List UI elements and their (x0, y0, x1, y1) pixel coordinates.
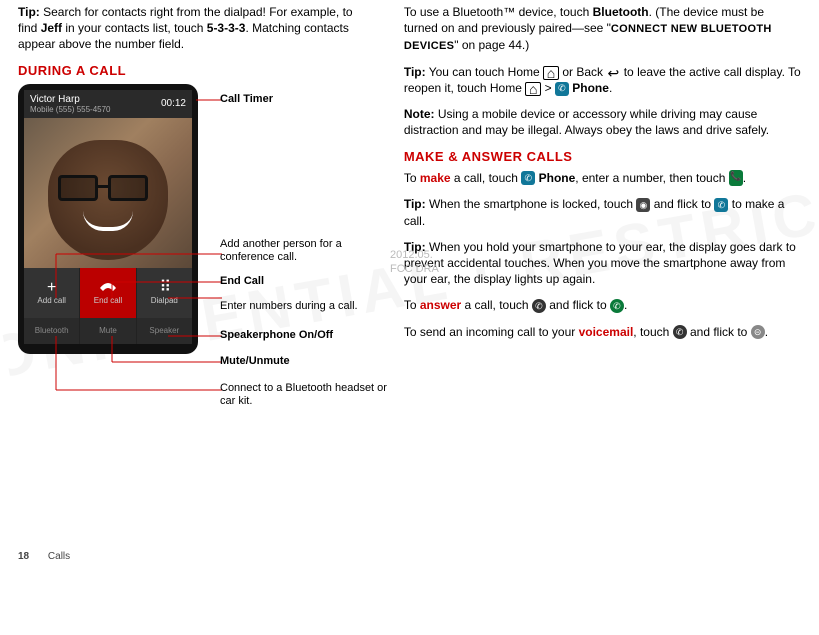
para-note-driving: Note: Using a mobile device or accessory… (404, 106, 801, 138)
para-answer-call: To answer a call, touch ✆ and flick to ✆… (404, 297, 801, 313)
para-tip-proximity: Tip: When you hold your smartphone to yo… (404, 239, 801, 288)
dialer-app-icon: ✆ (555, 82, 569, 96)
hangup-icon (98, 280, 118, 296)
tip-label: Tip: (18, 5, 40, 19)
plus-icon: + (47, 280, 56, 296)
page-footer: 18 Calls (18, 551, 70, 562)
page-number: 18 (18, 551, 29, 562)
para-voicemail: To send an incoming call to your voicema… (404, 324, 801, 340)
draft-watermark: 2012.05. FCC DRA (390, 248, 439, 277)
heading-during-a-call: DURING A CALL (18, 63, 374, 78)
phone-mock: Victor Harp Mobile (555) 555-4570 00:12 … (18, 84, 198, 354)
callout-mute: Mute/Unmute (220, 355, 290, 368)
speaker-button[interactable]: Speaker (137, 318, 192, 344)
answer-icon: ✆ (610, 299, 624, 313)
mute-button[interactable]: Mute (80, 318, 136, 344)
incoming-call-icon: ✆ (532, 299, 546, 313)
call-header: Victor Harp Mobile (555) 555-4570 00:12 (24, 90, 192, 118)
home-icon: ⌂ (525, 82, 541, 96)
caller-name: Victor Harp (30, 94, 111, 105)
incoming-call-icon: ✆ (673, 325, 687, 339)
dialer-app-icon: ✆ (521, 171, 535, 185)
callout-dialpad: Enter numbers during a call. (220, 300, 358, 313)
para-make-call: To make a call, touch ✆ Phone, enter a n… (404, 170, 801, 187)
call-timer: 00:12 (161, 98, 186, 109)
caller-number: Mobile (555) 555-4570 (30, 105, 111, 114)
callout-speaker: Speakerphone On/Off (220, 329, 333, 342)
bluetooth-button[interactable]: Bluetooth (24, 318, 80, 344)
add-call-button[interactable]: + Add call (24, 268, 80, 318)
para-tip-locked: Tip: When the smartphone is locked, touc… (404, 196, 801, 228)
call-icon: 📞 (729, 170, 743, 186)
callout-end-call: End Call (220, 275, 264, 288)
home-icon: ⌂ (543, 66, 559, 80)
dialpad-icon: ⠿ (159, 280, 169, 296)
callout-call-timer: Call Timer (220, 93, 273, 106)
lock-slider-icon: ◉ (636, 198, 650, 212)
dialpad-button[interactable]: ⠿ Dialpad (137, 268, 192, 318)
para-tip-leave-call: Tip: You can touch Home ⌂ or Back ↩ to l… (404, 64, 801, 96)
dialer-app-icon: ✆ (714, 198, 728, 212)
heading-make-answer: MAKE & ANSWER CALLS (404, 149, 801, 164)
para-bluetooth: To use a Bluetooth™ device, touch Blueto… (404, 4, 801, 54)
back-icon: ↩ (606, 66, 620, 80)
voicemail-icon: ⊝ (751, 325, 765, 339)
end-call-button[interactable]: End call (80, 268, 136, 318)
callout-bluetooth: Connect to a Bluetooth headset or car ki… (220, 382, 390, 408)
callout-add-call: Add another person for a conference call… (220, 238, 390, 264)
tip-search-dialpad: Tip: Search for contacts right from the … (18, 4, 374, 53)
caller-photo (24, 118, 192, 268)
section-name: Calls (48, 551, 70, 562)
